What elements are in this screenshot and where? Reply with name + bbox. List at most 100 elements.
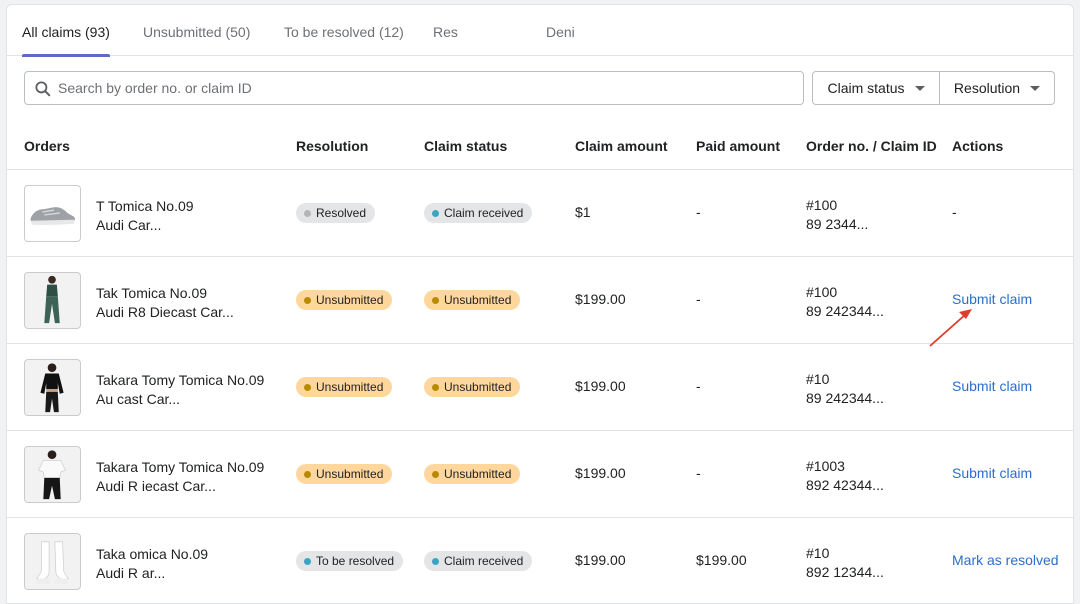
status-dot-icon bbox=[304, 383, 311, 391]
column-header-claim-status: Claim status bbox=[424, 138, 508, 154]
product-name-line1: Taka omica No.09 bbox=[96, 546, 209, 562]
resolution-badge-label: Unsubmitted bbox=[316, 293, 384, 307]
status-dot-icon bbox=[304, 557, 311, 565]
resolution-badge-label: Resolved bbox=[316, 206, 367, 220]
claim-id: 89 2344... bbox=[806, 216, 869, 232]
product-name-line1: Takara Tomy Tomica No.09 bbox=[96, 372, 265, 388]
claim-status-badge: Unsubmitted bbox=[424, 377, 521, 397]
order-number: #10 bbox=[806, 545, 830, 561]
table-row: Tak Tomica No.09 Audi R8 Diecast Car... … bbox=[7, 257, 1073, 344]
tab-denied[interactable]: Deni bbox=[546, 5, 575, 56]
paid-amount: $199.00 bbox=[696, 552, 747, 568]
submit-claim-link[interactable]: Submit claim bbox=[952, 378, 1032, 394]
resolution-badge: Unsubmitted bbox=[296, 290, 393, 310]
action-none: - bbox=[952, 204, 957, 220]
order-number: #100 bbox=[806, 284, 838, 300]
claim-amount: $199.00 bbox=[575, 378, 626, 394]
claim-status-badge-label: Unsubmitted bbox=[444, 293, 512, 307]
claim-status-badge-label: Unsubmitted bbox=[444, 467, 512, 481]
product-name: Taka omica No.09 Audi R ar... bbox=[96, 545, 208, 583]
order-claim-id: #10 892 12344... bbox=[806, 544, 884, 582]
status-dot-icon bbox=[432, 296, 439, 304]
paid-amount: - bbox=[696, 204, 701, 220]
claim-amount: $199.00 bbox=[575, 552, 626, 568]
resolution-badge: Unsubmitted bbox=[296, 377, 393, 397]
column-header-paid-amount: Paid amount bbox=[696, 138, 781, 154]
claim-id: 892 42344... bbox=[806, 477, 884, 493]
resolution-badge-label: To be resolved bbox=[316, 554, 395, 568]
tab-all-claims[interactable]: All claims (93) bbox=[22, 5, 110, 57]
claims-tabs: All claims (93) Unsubmitted (50) To be r… bbox=[7, 5, 1073, 57]
claim-status-badge: Unsubmitted bbox=[424, 464, 521, 484]
resolution-badge: Unsubmitted bbox=[296, 464, 393, 484]
order-number: #1003 bbox=[806, 458, 845, 474]
claim-amount: $199.00 bbox=[575, 465, 626, 481]
status-dot-icon bbox=[432, 557, 439, 565]
claim-id: 892 12344... bbox=[806, 564, 884, 580]
resolution-badge: To be resolved bbox=[296, 551, 404, 571]
product-name-line1: Takara Tomy Tomica No.09 bbox=[96, 459, 265, 475]
submit-claim-link[interactable]: Submit claim bbox=[952, 465, 1032, 481]
crop-top-icon bbox=[40, 363, 64, 413]
claim-status-filter-button[interactable]: Claim status bbox=[813, 72, 940, 104]
status-dot-icon bbox=[432, 209, 439, 217]
resolution-filter-button[interactable]: Resolution bbox=[940, 72, 1054, 104]
product-name-line1: Tak Tomica No.09 bbox=[96, 285, 208, 301]
claim-status-filter-label: Claim status bbox=[827, 80, 905, 96]
column-header-orders: Orders bbox=[24, 138, 70, 154]
column-header-resolution: Resolution bbox=[296, 138, 369, 154]
claim-status-badge-label: Unsubmitted bbox=[444, 380, 512, 394]
resolution-badge-label: Unsubmitted bbox=[316, 380, 384, 394]
status-dot-icon bbox=[304, 470, 311, 478]
resolution-filter-label: Resolution bbox=[953, 80, 1021, 96]
tab-unsubmitted[interactable]: Unsubmitted (50) bbox=[143, 5, 250, 56]
order-claim-id: #100 89 242344... bbox=[806, 283, 884, 321]
table-row: Taka omica No.09 Audi R ar... To be reso… bbox=[7, 518, 1073, 603]
table-row: Takara Tomy Tomica No.09 Au cast Car... … bbox=[7, 344, 1073, 431]
product-thumbnail bbox=[24, 272, 81, 329]
claim-status-badge-label: Claim received bbox=[444, 206, 524, 220]
filter-group: Claim status Resolution bbox=[812, 71, 1055, 105]
product-name-line2: Audi R8 Diecast Car... bbox=[96, 304, 234, 320]
search-input[interactable] bbox=[58, 72, 793, 104]
product-thumbnail bbox=[24, 446, 81, 503]
search-icon bbox=[35, 81, 51, 97]
column-header-order-claim-id: Order no. / Claim ID bbox=[806, 138, 937, 154]
claim-status-badge-label: Claim received bbox=[444, 554, 524, 568]
claims-card: All claims (93) Unsubmitted (50) To be r… bbox=[6, 4, 1074, 604]
product-name: T Tomica No.09 Audi Car... bbox=[96, 197, 194, 235]
submit-claim-link[interactable]: Submit claim bbox=[952, 291, 1032, 307]
resolution-badge: Resolved bbox=[296, 203, 376, 223]
product-name: Takara Tomy Tomica No.09 Au cast Car... bbox=[96, 371, 264, 409]
tab-resolved[interactable]: Res bbox=[433, 5, 458, 56]
product-name-line2: Audi R ar... bbox=[96, 565, 166, 581]
product-name-line2: Au cast Car... bbox=[96, 391, 181, 407]
claim-id: 89 242344... bbox=[806, 390, 884, 406]
paid-amount: - bbox=[696, 378, 701, 394]
mark-as-resolved-link[interactable]: Mark as resolved bbox=[952, 552, 1059, 568]
socks-icon bbox=[35, 541, 70, 585]
claim-status-badge: Claim received bbox=[424, 203, 533, 223]
status-dot-icon bbox=[304, 209, 311, 217]
order-claim-id: #10 89 242344... bbox=[806, 370, 884, 408]
status-dot-icon bbox=[304, 296, 311, 304]
tab-to-be-resolved[interactable]: To be resolved (12) bbox=[284, 5, 404, 56]
paid-amount: - bbox=[696, 465, 701, 481]
product-thumbnail bbox=[24, 533, 81, 590]
claim-status-badge: Claim received bbox=[424, 551, 533, 571]
search-box[interactable] bbox=[24, 71, 804, 105]
paid-amount: - bbox=[696, 291, 701, 307]
table-row: T Tomica No.09 Audi Car... Resolved Clai… bbox=[7, 170, 1073, 257]
status-dot-icon bbox=[432, 383, 439, 391]
resolution-badge-label: Unsubmitted bbox=[316, 467, 384, 481]
claim-amount: $199.00 bbox=[575, 291, 626, 307]
claim-status-badge: Unsubmitted bbox=[424, 290, 521, 310]
product-name: Tak Tomica No.09 Audi R8 Diecast Car... bbox=[96, 284, 234, 322]
status-dot-icon bbox=[432, 470, 439, 478]
table-row: Takara Tomy Tomica No.09 Audi R iecast C… bbox=[7, 431, 1073, 518]
order-claim-id: #100 89 2344... bbox=[806, 196, 868, 234]
product-name-line2: Audi Car... bbox=[96, 217, 162, 233]
tshirt-icon bbox=[37, 450, 67, 500]
product-thumbnail bbox=[24, 185, 81, 242]
leggings-icon bbox=[44, 275, 60, 324]
